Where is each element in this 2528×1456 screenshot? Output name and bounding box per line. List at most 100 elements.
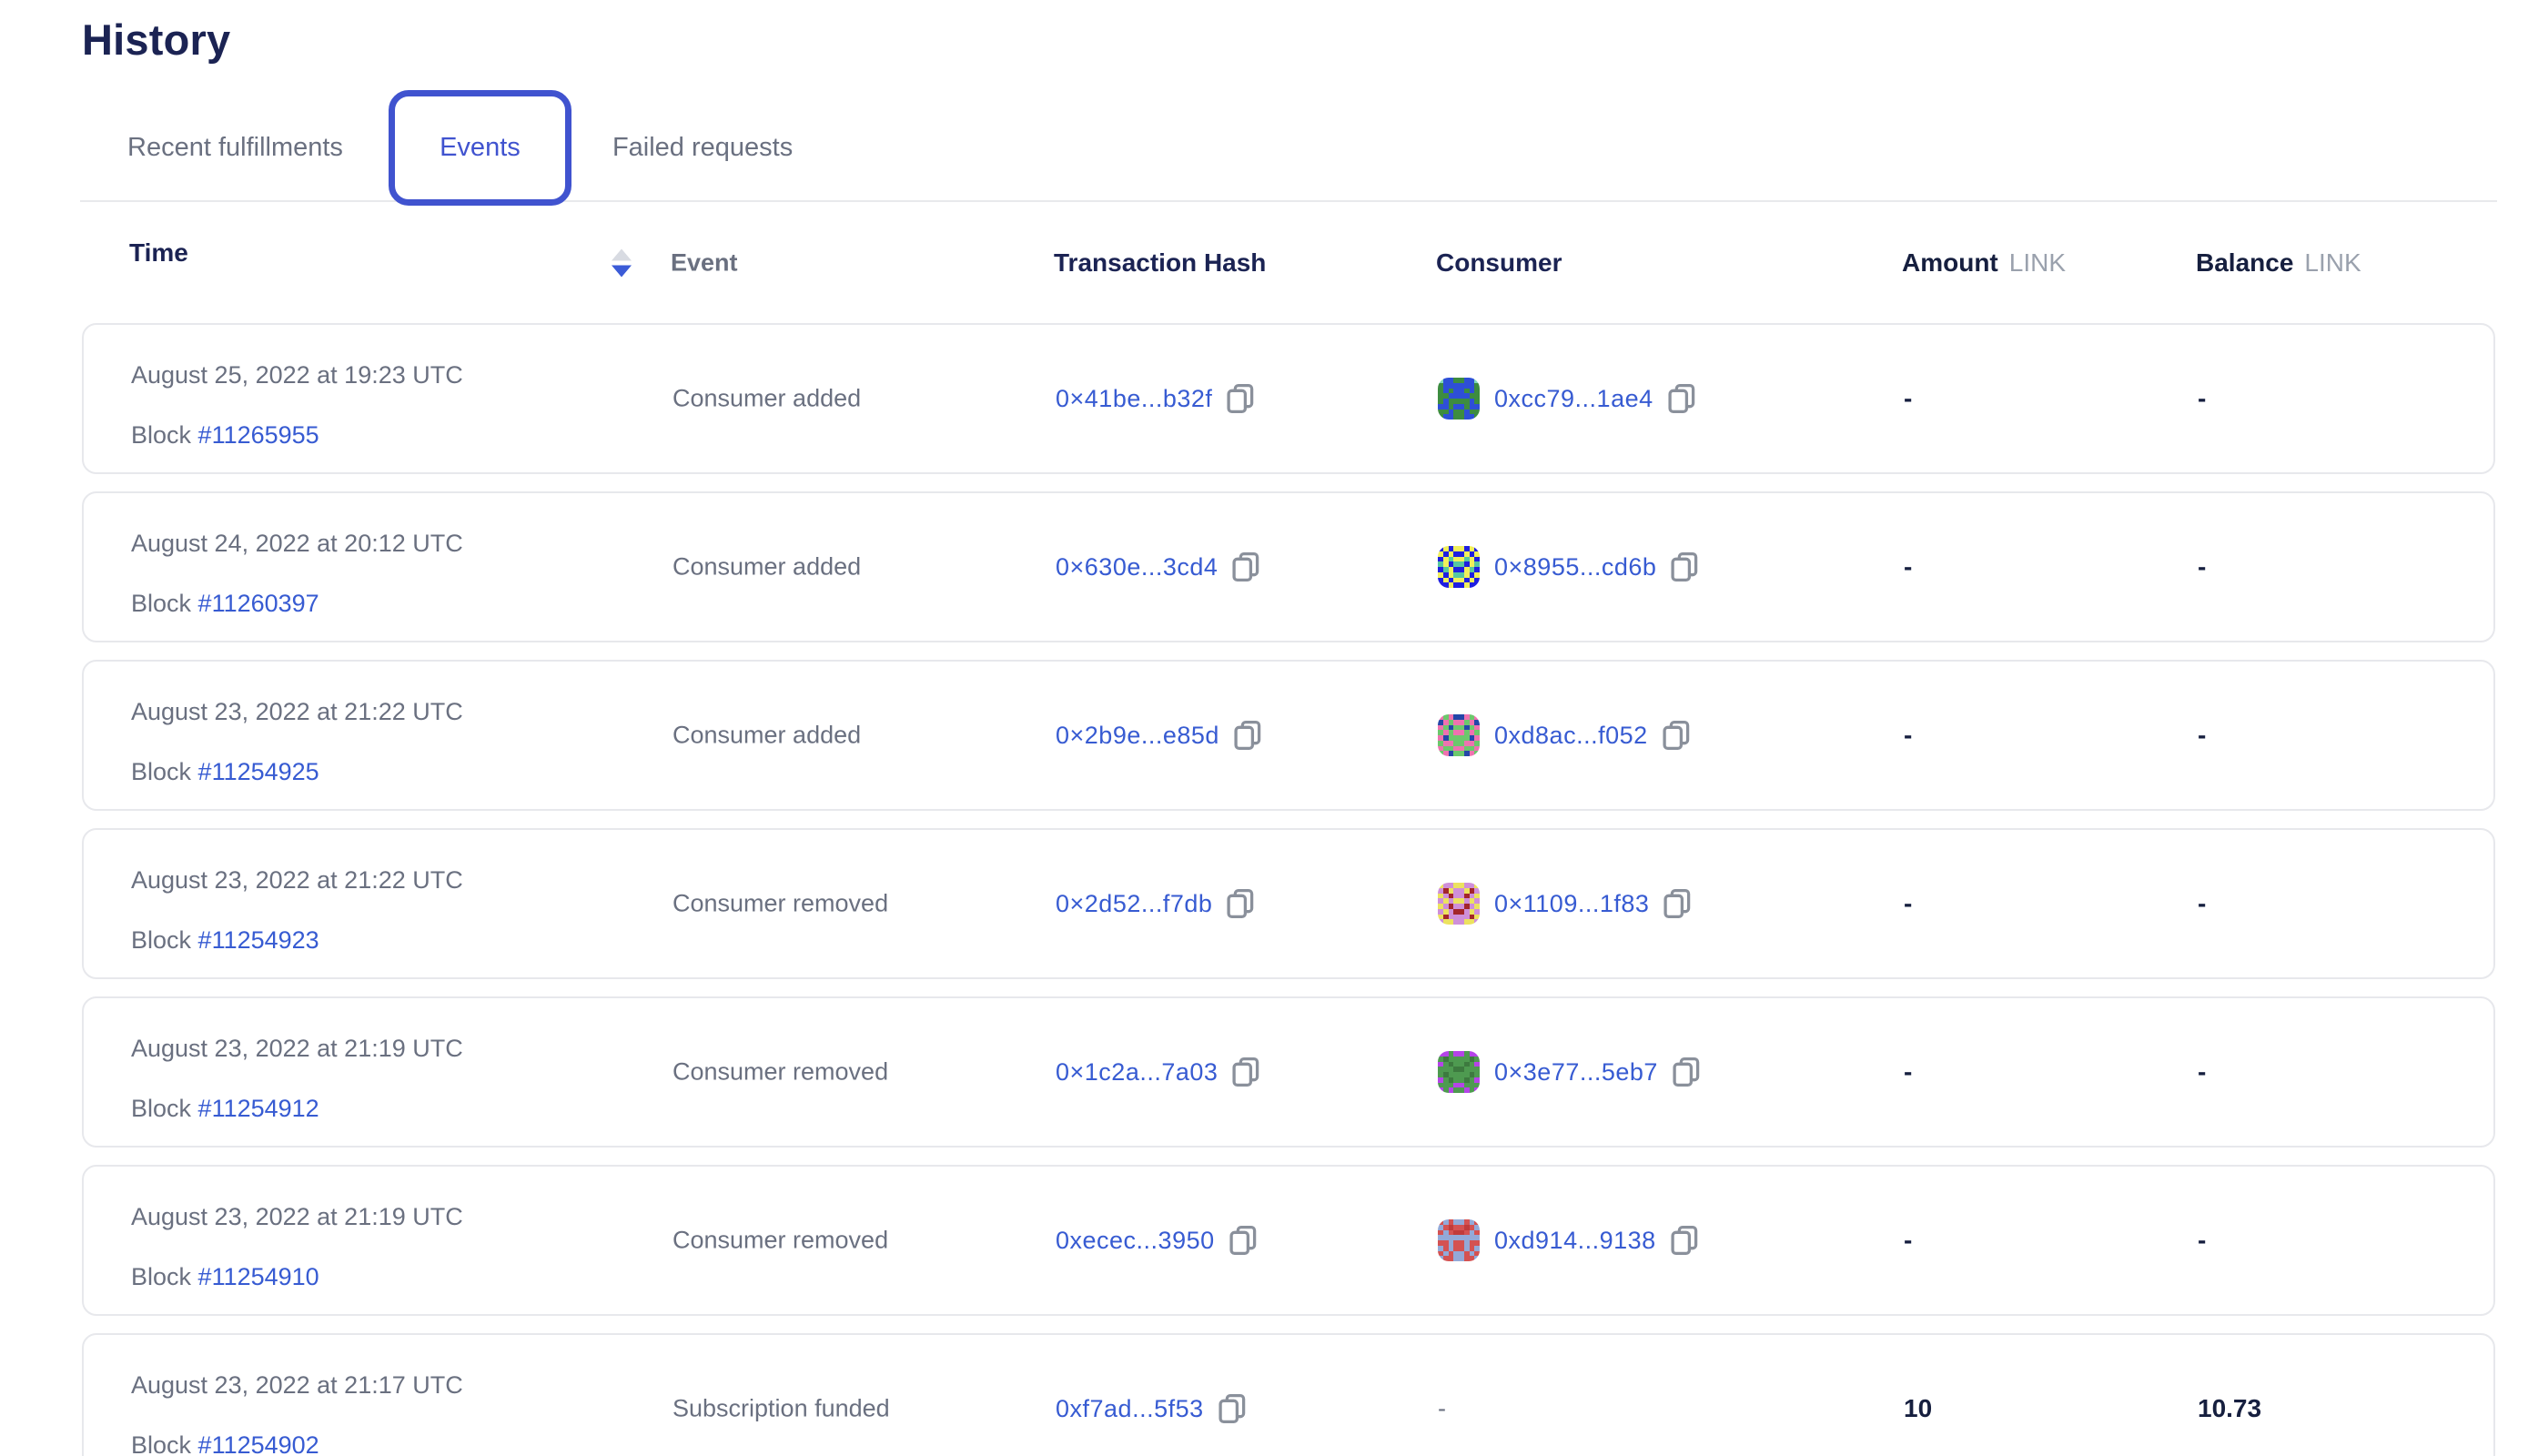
block-number-link[interactable]: #11254925: [198, 758, 319, 785]
copy-icon[interactable]: [1232, 1057, 1259, 1087]
block-number-link[interactable]: #11254923: [198, 926, 319, 954]
copy-icon[interactable]: [1663, 720, 1690, 751]
column-header-transaction-hash: Transaction Hash: [1054, 248, 1266, 278]
table-row: August 24, 2022 at 20:12 UTC Block #1126…: [82, 491, 2495, 642]
balance-cell: -: [2198, 721, 2206, 750]
balance-cell: -: [2198, 1226, 2206, 1255]
copy-icon[interactable]: [1232, 551, 1259, 582]
copy-icon[interactable]: [1671, 1225, 1698, 1256]
table-row: August 23, 2022 at 21:22 UTC Block #1125…: [82, 828, 2495, 979]
event-date: August 23, 2022 at 21:19 UTC: [131, 1035, 463, 1062]
sort-asc-icon: [612, 248, 632, 260]
column-header-time[interactable]: Time: [129, 238, 188, 268]
consumer-identicon: [1438, 883, 1480, 925]
balance-cell: -: [2198, 889, 2206, 918]
consumer-address-link[interactable]: 0xd914...9138: [1494, 1227, 1656, 1255]
time-cell: August 23, 2022 at 21:22 UTC Block #1125…: [131, 698, 463, 786]
tx-hash-link[interactable]: 0×2b9e...e85d: [1056, 722, 1219, 750]
copy-icon[interactable]: [1663, 888, 1691, 919]
table-header: Time Event Transaction Hash Consumer Amo…: [82, 202, 2495, 323]
block-number-link[interactable]: #11260397: [198, 590, 319, 617]
sort-desc-icon: [612, 265, 632, 277]
tab-events[interactable]: Events: [389, 90, 571, 206]
consumer-address-link[interactable]: -: [1438, 1395, 1446, 1423]
tab-failed-requests[interactable]: Failed requests: [571, 90, 834, 206]
consumer-cell: 0xcc79...1ae4: [1438, 378, 1695, 420]
tx-hash-link[interactable]: 0×2d52...f7db: [1056, 890, 1212, 918]
consumer-address-link[interactable]: 0xd8ac...f052: [1494, 722, 1648, 750]
tx-hash-link[interactable]: 0xecec...3950: [1056, 1227, 1215, 1255]
consumer-address-link[interactable]: 0xcc79...1ae4: [1494, 385, 1653, 413]
consumer-cell: 0×8955...cd6b: [1438, 546, 1698, 588]
consumer-identicon: [1438, 714, 1480, 756]
block-line: Block #11254910: [131, 1263, 463, 1291]
block-line: Block #11260397: [131, 590, 463, 618]
consumer-address-link[interactable]: 0×8955...cd6b: [1494, 553, 1656, 581]
amount-cell: -: [1904, 721, 1912, 750]
block-line: Block #11254902: [131, 1431, 463, 1456]
copy-icon[interactable]: [1671, 551, 1698, 582]
time-cell: August 23, 2022 at 21:19 UTC Block #1125…: [131, 1035, 463, 1123]
block-number-link[interactable]: #11254910: [198, 1263, 319, 1290]
consumer-cell: -: [1438, 1395, 1446, 1423]
event-date: August 23, 2022 at 21:22 UTC: [131, 698, 463, 725]
copy-icon[interactable]: [1668, 383, 1695, 414]
tx-hash-cell: 0xf7ad...5f53: [1056, 1393, 1246, 1424]
time-cell: August 23, 2022 at 21:17 UTC Block #1125…: [131, 1371, 463, 1456]
amount-cell: -: [1904, 1226, 1912, 1255]
tx-hash-cell: 0×630e...3cd4: [1056, 551, 1259, 582]
block-label: Block: [131, 1263, 191, 1290]
tx-hash-cell: 0×2d52...f7db: [1056, 888, 1254, 919]
event-date: August 23, 2022 at 21:22 UTC: [131, 866, 463, 894]
event-cell: Subscription funded: [672, 1395, 890, 1423]
copy-icon[interactable]: [1229, 1225, 1257, 1256]
event-cell: Consumer added: [672, 722, 861, 750]
table-row: August 23, 2022 at 21:22 UTC Block #1125…: [82, 660, 2495, 811]
tx-hash-link[interactable]: 0xf7ad...5f53: [1056, 1395, 1204, 1423]
amount-cell: -: [1904, 889, 1912, 918]
event-cell: Consumer removed: [672, 890, 888, 918]
tx-hash-link[interactable]: 0×630e...3cd4: [1056, 553, 1218, 581]
tx-hash-link[interactable]: 0×41be...b32f: [1056, 385, 1212, 413]
event-cell: Consumer removed: [672, 1227, 888, 1255]
event-date: August 23, 2022 at 21:17 UTC: [131, 1371, 463, 1399]
tx-hash-cell: 0×2b9e...e85d: [1056, 720, 1261, 751]
sort-control[interactable]: [612, 248, 632, 277]
consumer-cell: 0×1109...1f83: [1438, 883, 1691, 925]
consumer-cell: 0xd8ac...f052: [1438, 714, 1690, 756]
block-line: Block #11254912: [131, 1095, 463, 1123]
block-number-link[interactable]: #11254912: [198, 1095, 319, 1122]
consumer-cell: 0×3e77...5eb7: [1438, 1051, 1700, 1093]
column-header-balance: BalanceLINK: [2196, 248, 2361, 278]
consumer-address-link[interactable]: 0×3e77...5eb7: [1494, 1058, 1658, 1087]
balance-cell: -: [2198, 384, 2206, 413]
events-table-body: August 25, 2022 at 19:23 UTC Block #1126…: [82, 323, 2495, 1456]
amount-cell: -: [1904, 552, 1912, 581]
copy-icon[interactable]: [1234, 720, 1261, 751]
tx-hash-link[interactable]: 0×1c2a...7a03: [1056, 1058, 1218, 1087]
amount-cell: -: [1904, 384, 1912, 413]
consumer-cell: 0xd914...9138: [1438, 1219, 1698, 1261]
copy-icon[interactable]: [1227, 383, 1254, 414]
copy-icon[interactable]: [1218, 1393, 1246, 1424]
consumer-identicon: [1438, 546, 1480, 588]
table-row: August 23, 2022 at 21:17 UTC Block #1125…: [82, 1333, 2495, 1456]
consumer-identicon: [1438, 1219, 1480, 1261]
amount-unit-label: LINK: [2009, 248, 2066, 277]
block-label: Block: [131, 1431, 191, 1456]
column-header-consumer: Consumer: [1436, 248, 1562, 278]
table-row: August 23, 2022 at 21:19 UTC Block #1125…: [82, 1165, 2495, 1316]
tx-hash-cell: 0×41be...b32f: [1056, 383, 1254, 414]
consumer-identicon: [1438, 378, 1480, 420]
block-number-link[interactable]: #11265955: [198, 421, 319, 449]
balance-cell: 10.73: [2198, 1394, 2261, 1423]
block-number-link[interactable]: #11254902: [198, 1431, 319, 1456]
event-date: August 25, 2022 at 19:23 UTC: [131, 361, 463, 389]
event-cell: Consumer added: [672, 553, 861, 581]
tab-recent-fulfillments[interactable]: Recent fulfillments: [82, 90, 389, 206]
consumer-address-link[interactable]: 0×1109...1f83: [1494, 890, 1649, 918]
copy-icon[interactable]: [1227, 888, 1254, 919]
copy-icon[interactable]: [1673, 1057, 1700, 1087]
block-label: Block: [131, 758, 191, 785]
block-line: Block #11265955: [131, 421, 463, 450]
